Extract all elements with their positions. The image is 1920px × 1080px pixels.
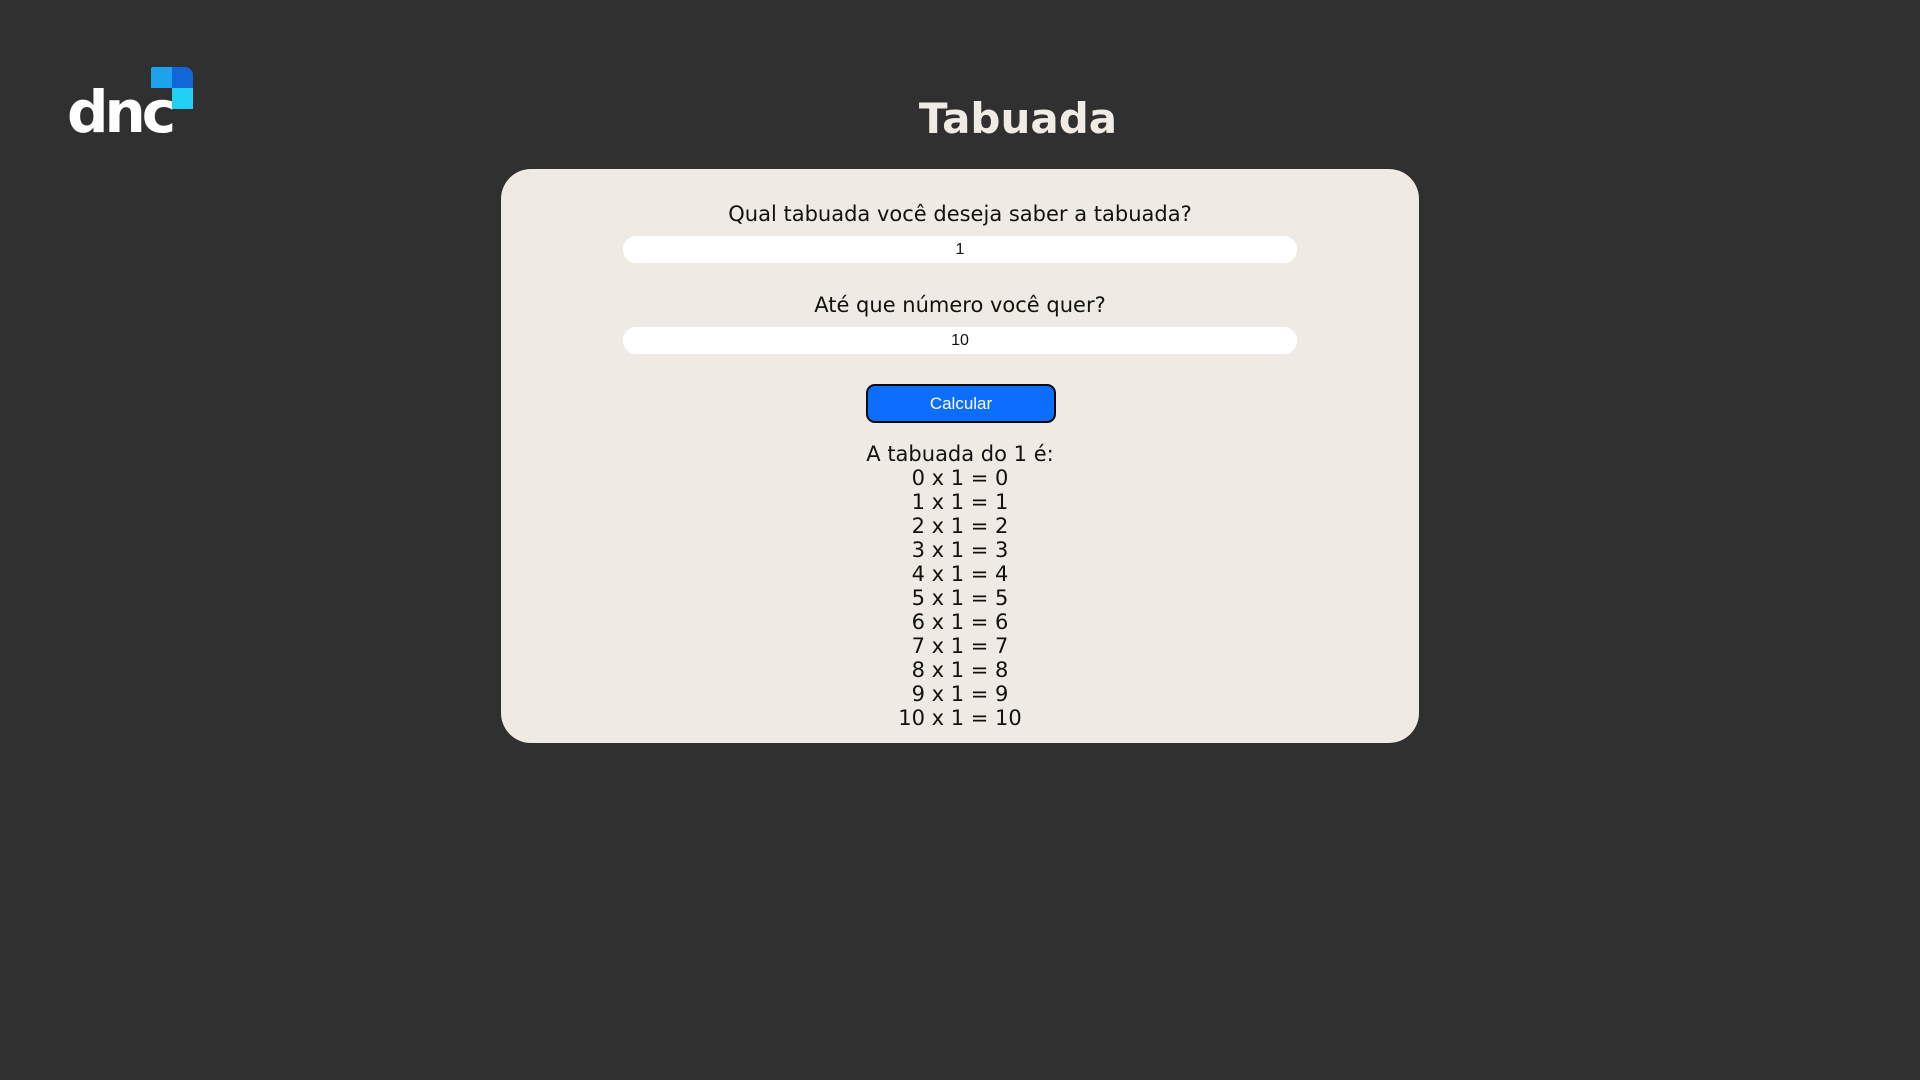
- result-line: 0 x 1 = 0: [911, 466, 1009, 490]
- result-line: 9 x 1 = 9: [911, 682, 1009, 706]
- logo-square-light-blue: [151, 67, 172, 88]
- result-line: 4 x 1 = 4: [911, 562, 1009, 586]
- number-input[interactable]: [623, 236, 1297, 263]
- result-line: 10 x 1 = 10: [898, 706, 1022, 730]
- result-line: 1 x 1 = 1: [911, 490, 1009, 514]
- result-line: 2 x 1 = 2: [911, 514, 1009, 538]
- result-output: A tabuada do 1 é: 0 x 1 = 0 1 x 1 = 1 2 …: [501, 442, 1419, 730]
- result-line: 7 x 1 = 7: [911, 634, 1009, 658]
- logo-square-dark-blue: [172, 67, 193, 88]
- tabuada-card: Qual tabuada você deseja saber a tabuada…: [501, 169, 1419, 743]
- result-line: 5 x 1 = 5: [911, 586, 1009, 610]
- result-line: 3 x 1 = 3: [911, 538, 1009, 562]
- result-line: 6 x 1 = 6: [911, 610, 1009, 634]
- result-line: 8 x 1 = 8: [911, 658, 1009, 682]
- number-question-label: Qual tabuada você deseja saber a tabuada…: [728, 202, 1192, 226]
- result-heading: A tabuada do 1 é:: [866, 442, 1054, 466]
- calculate-button[interactable]: Calcular: [866, 384, 1056, 423]
- limit-input[interactable]: [623, 327, 1297, 354]
- limit-question-label: Até que número você quer?: [814, 293, 1106, 317]
- page-title: Tabuada: [918, 94, 1118, 143]
